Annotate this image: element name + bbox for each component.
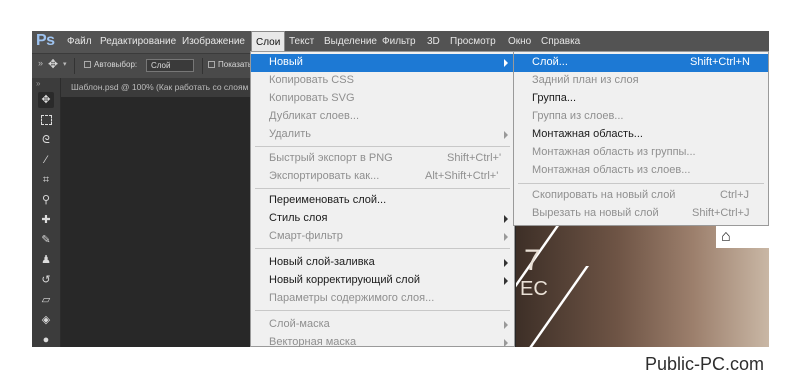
show-transform-checkbox[interactable] <box>208 61 215 68</box>
menu-item-layer-style[interactable]: Стиль слоя <box>251 210 514 228</box>
menu-item-smart-filter[interactable]: Смарт-фильтр <box>251 228 514 246</box>
paint-bucket-icon[interactable]: ◈ <box>38 312 54 328</box>
menu-item-layer-mask[interactable]: Слой-маска <box>251 316 514 334</box>
auto-select-checkbox[interactable] <box>84 61 91 68</box>
document-tab-title: Шаблон.psd @ 100% (Как работать со слоям <box>71 82 249 92</box>
menu-filter[interactable]: Фильтр <box>378 31 420 53</box>
menu-file[interactable]: Файл <box>63 31 96 53</box>
panel-collapse-icon[interactable]: » <box>38 58 43 68</box>
options-divider <box>202 58 203 74</box>
menu-edit[interactable]: Редактирование <box>96 31 180 53</box>
menu-item-vector-mask[interactable]: Векторная маска <box>251 334 514 347</box>
submenu-item-group[interactable]: Группа... <box>514 90 768 108</box>
tools-panel: » ✥ ᘓ ⁄ ⌗ ⚲ ✚ ✎ ♟ ↺ ▱ ◈ ● <box>32 78 61 347</box>
auto-select-label: Автовыбор: <box>94 60 138 69</box>
canvas-text: 7 <box>524 244 541 277</box>
clone-stamp-icon[interactable]: ♟ <box>38 252 54 268</box>
submenu-arrow-icon <box>504 233 508 241</box>
submenu-arrow-icon <box>504 321 508 329</box>
submenu-arrow-icon <box>504 277 508 285</box>
menu-text[interactable]: Текст <box>285 31 318 53</box>
menu-separator <box>255 188 510 189</box>
history-brush-icon[interactable]: ↺ <box>38 272 54 288</box>
menu-item-copy-css[interactable]: Копировать CSS <box>251 72 514 90</box>
submenu-item-artboard-from-layers[interactable]: Монтажная область из слоев... <box>514 162 768 180</box>
menu-item-new-fill-layer[interactable]: Новый слой-заливка <box>251 254 514 272</box>
submenu-item-group-from-layers[interactable]: Группа из слоев... <box>514 108 768 126</box>
binder-clip-icon: ⌂ <box>721 228 731 245</box>
menu-item-delete[interactable]: Удалить <box>251 126 514 144</box>
menu-view[interactable]: Просмотр <box>446 31 500 53</box>
chevron-down-icon[interactable]: ▾ <box>63 60 67 68</box>
auto-select-dropdown[interactable]: Слой <box>146 59 194 72</box>
menu-separator <box>255 248 510 249</box>
submenu-item-artboard-from-group[interactable]: Монтажная область из группы... <box>514 144 768 162</box>
submenu-item-background-from-layer[interactable]: Задний план из слоя <box>514 72 768 90</box>
menu-item-rename-layer[interactable]: Переименовать слой... <box>251 192 514 210</box>
menu-item-copy-svg[interactable]: Копировать SVG <box>251 90 514 108</box>
menu-separator <box>518 183 764 184</box>
menu-bar: Ps Файл Редактирование Изображение Слои … <box>32 31 769 54</box>
move-tool-icon[interactable]: ✥ <box>38 92 54 108</box>
new-submenu: Слой... Shift+Ctrl+N Задний план из слоя … <box>513 51 769 226</box>
menu-image[interactable]: Изображение <box>178 31 249 53</box>
layers-menu: Новый Копировать CSS Копировать SVG Дубл… <box>250 51 515 347</box>
canvas-text: ЕС <box>520 278 548 300</box>
menu-separator <box>255 310 510 311</box>
submenu-arrow-icon <box>504 131 508 139</box>
menu-item-new[interactable]: Новый <box>251 54 514 72</box>
healing-brush-icon[interactable]: ✚ <box>38 212 54 228</box>
submenu-arrow-icon <box>504 339 508 347</box>
submenu-item-artboard[interactable]: Монтажная область... <box>514 126 768 144</box>
menu-window[interactable]: Окно <box>504 31 535 53</box>
submenu-item-cut-to-new-layer[interactable]: Вырезать на новый слой Shift+Ctrl+J <box>514 205 768 223</box>
crop-tool-icon[interactable]: ⌗ <box>38 172 54 188</box>
menu-select[interactable]: Выделение <box>320 31 381 53</box>
submenu-item-copy-to-new-layer[interactable]: Скопировать на новый слой Ctrl+J <box>514 187 768 205</box>
menu-item-new-adjustment-layer[interactable]: Новый корректирующий слой <box>251 272 514 290</box>
menu-item-export-as[interactable]: Экспортировать как... Alt+Shift+Ctrl+' <box>251 168 514 186</box>
menu-3d[interactable]: 3D <box>423 31 444 53</box>
document-canvas[interactable]: 7 ЕС ⌂ <box>516 226 769 347</box>
submenu-arrow-icon <box>504 59 508 67</box>
marquee-tool-icon[interactable] <box>38 112 54 128</box>
document-tab[interactable]: Шаблон.psd @ 100% (Как работать со слоям <box>61 78 251 97</box>
photoshop-window: Ps Файл Редактирование Изображение Слои … <box>32 31 769 347</box>
eraser-icon[interactable]: ▱ <box>38 292 54 308</box>
magic-wand-icon[interactable]: ⁄ <box>38 152 54 168</box>
brush-tool-icon[interactable]: ✎ <box>38 232 54 248</box>
eyedropper-icon[interactable]: ⚲ <box>38 192 54 208</box>
menu-item-quick-export-png[interactable]: Быстрый экспорт в PNG Shift+Ctrl+' <box>251 150 514 168</box>
toolbar-grip-icon[interactable]: » <box>36 79 40 88</box>
auto-select-value: Слой <box>151 61 171 70</box>
submenu-arrow-icon <box>504 215 508 223</box>
blur-tool-icon[interactable]: ● <box>38 332 54 347</box>
submenu-item-layer[interactable]: Слой... Shift+Ctrl+N <box>514 54 768 72</box>
options-divider <box>74 58 75 74</box>
submenu-arrow-icon <box>504 259 508 267</box>
menu-separator <box>255 146 510 147</box>
photoshop-logo: Ps <box>36 32 55 49</box>
menu-item-duplicate-layers[interactable]: Дубликат слоев... <box>251 108 514 126</box>
show-transform-label: Показать <box>218 60 253 69</box>
move-options-icon[interactable]: ✥ <box>48 57 58 71</box>
menu-help[interactable]: Справка <box>537 31 584 53</box>
menu-item-layer-content-options[interactable]: Параметры содержимого слоя... <box>251 290 514 308</box>
watermark: Public-PC.com <box>644 354 764 374</box>
lasso-tool-icon[interactable]: ᘓ <box>38 132 54 148</box>
